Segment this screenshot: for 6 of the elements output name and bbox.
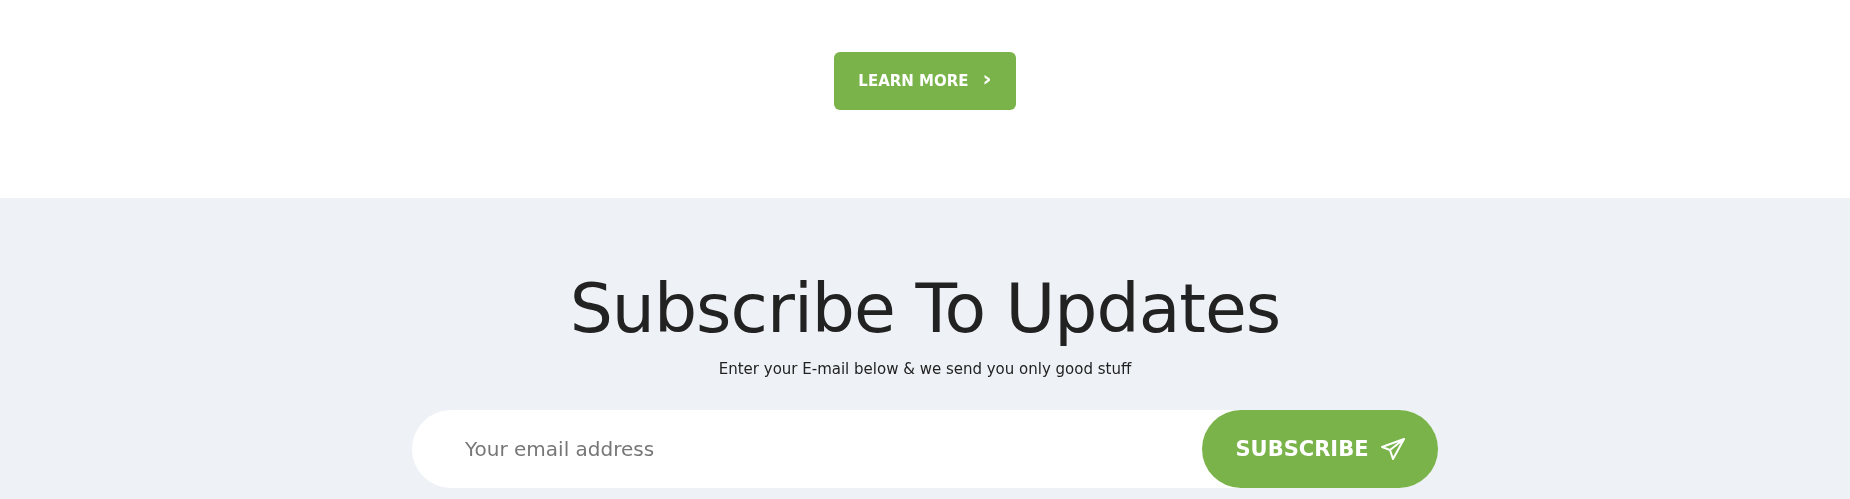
- learn-more-button[interactable]: LEARN MORE ›: [834, 52, 1016, 110]
- section-title: Subscribe To Updates: [569, 268, 1281, 350]
- paper-plane-icon: [1380, 438, 1405, 460]
- subscribe-button[interactable]: SUBSCRIBE: [1202, 410, 1438, 488]
- section-subtitle: Enter your E-mail below & we send you only good stuff: [718, 360, 1132, 378]
- chevron-icon: ›: [982, 68, 992, 90]
